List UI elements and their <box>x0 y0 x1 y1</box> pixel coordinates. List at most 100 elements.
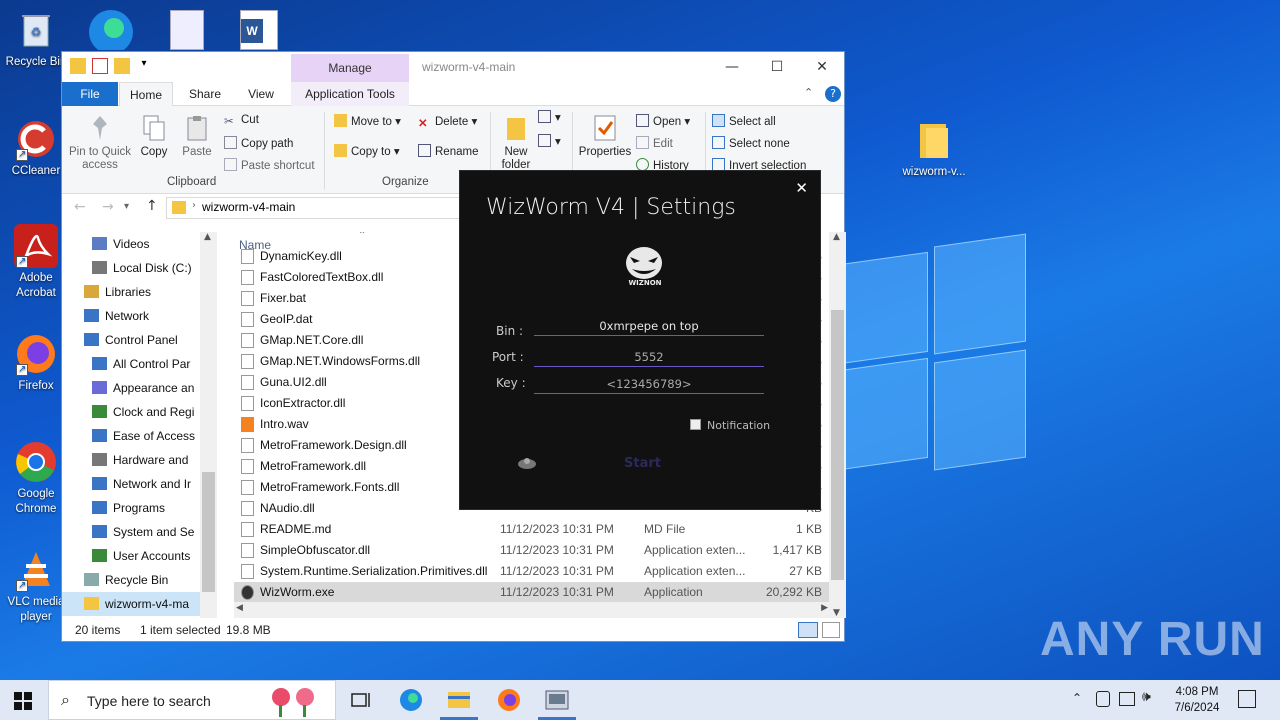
open-icon <box>636 114 649 127</box>
edge-desktop-icon[interactable] <box>88 6 134 54</box>
selected-size: 19.8 MB <box>226 623 271 637</box>
builder-icon[interactable] <box>516 455 538 471</box>
group-label-organize: Organize <box>382 176 429 188</box>
nav-item[interactable]: Network <box>62 304 200 328</box>
new-folder-button[interactable]: New folder <box>496 114 536 172</box>
show-hidden-icons-icon[interactable]: ⌃ <box>1072 691 1082 705</box>
delete-button[interactable]: ✕ Delete ▾ <box>418 114 477 130</box>
maximize-button[interactable]: ☐ <box>762 56 792 78</box>
edit-button[interactable]: Edit <box>636 136 673 150</box>
open-button[interactable]: Open ▾ <box>636 114 690 128</box>
paste-button[interactable]: Paste <box>178 114 216 159</box>
nav-item[interactable]: Control Panel <box>62 328 200 352</box>
nav-scrollbar-thumb[interactable] <box>202 472 215 592</box>
chevron-down-icon[interactable]: ▾ <box>136 58 152 74</box>
tab-manage[interactable]: Manage <box>291 54 409 82</box>
nav-item[interactable]: Libraries <box>62 280 200 304</box>
new-item-button[interactable]: ▾ <box>538 110 561 124</box>
nav-item[interactable]: All Control Par <box>62 352 200 376</box>
file-size: 20,292 KB <box>765 585 822 599</box>
image-file-desktop-icon[interactable] <box>170 10 204 50</box>
taskbar: ⌕ Type here to search ⌃ 🕪 4:08 PM 7/6/20… <box>0 680 1280 720</box>
copy-button[interactable]: Copy <box>136 114 172 159</box>
properties-icon[interactable] <box>92 58 108 74</box>
forward-icon[interactable]: → <box>102 199 114 215</box>
firefox-icon <box>14 332 58 377</box>
nav-item[interactable]: Recycle Bin <box>62 568 200 592</box>
properties-button[interactable]: Properties <box>576 114 634 159</box>
notification-checkbox[interactable]: Notification <box>690 419 770 432</box>
nav-item[interactable]: User Accounts <box>62 544 200 568</box>
file-list-scrollbar[interactable]: ▲ ▼ <box>829 232 846 618</box>
help-icon[interactable]: ? <box>825 86 841 102</box>
up-icon[interactable]: ↑ <box>146 198 158 214</box>
clipboard-icon <box>184 114 210 142</box>
tab-share[interactable]: Share <box>178 82 232 106</box>
large-icons-view-icon[interactable] <box>822 622 840 638</box>
taskbar-search-input[interactable]: ⌕ Type here to search <box>48 680 336 720</box>
edge-icon[interactable] <box>398 688 424 712</box>
close-button[interactable]: ✕ <box>807 56 837 78</box>
tab-view[interactable]: View <box>234 82 288 106</box>
volume-icon[interactable]: 🕪 <box>1142 689 1151 705</box>
file-name: Guna.UI2.dll <box>260 375 327 389</box>
tab-home[interactable]: Home <box>119 82 173 107</box>
move-to-button[interactable]: Move to ▾ <box>334 114 401 128</box>
file-row[interactable]: System.Runtime.Serialization.Primitives.… <box>234 561 830 582</box>
nav-scrollbar[interactable]: ▲ <box>200 232 217 618</box>
notifications-icon[interactable] <box>1238 690 1256 708</box>
easy-access-button[interactable]: ▾ <box>538 134 561 148</box>
start-button[interactable]: Start <box>624 456 661 471</box>
folder-icon[interactable] <box>70 58 86 74</box>
rename-button[interactable]: Rename <box>418 144 478 158</box>
paste-shortcut-button[interactable]: Paste shortcut <box>224 158 315 172</box>
nav-item[interactable]: Clock and Regi <box>62 400 200 424</box>
firefox-icon[interactable] <box>496 688 522 712</box>
nav-item[interactable]: Network and Ir <box>62 472 200 496</box>
nav-item[interactable]: Local Disk (C:) <box>62 256 200 280</box>
nav-item[interactable]: Hardware and <box>62 448 200 472</box>
horizontal-scrollbar[interactable]: ◀ ▶ <box>234 602 830 618</box>
file-row[interactable]: README.md 11/12/2023 10:31 PM MD File 1 KB <box>234 519 830 540</box>
select-none-button[interactable]: Select none <box>712 136 790 150</box>
pin-quick-access-button[interactable]: Pin to Quick access <box>68 114 132 172</box>
nav-item[interactable]: Ease of Access <box>62 424 200 448</box>
word-desktop-icon[interactable]: W <box>240 10 278 50</box>
nav-item[interactable]: Programs <box>62 496 200 520</box>
file-type: Application <box>644 585 703 599</box>
task-view-icon[interactable] <box>348 688 374 712</box>
new-folder-icon[interactable] <box>114 58 130 74</box>
port-input[interactable]: 5552 <box>534 347 764 367</box>
copy-to-button[interactable]: Copy to ▾ <box>334 144 400 158</box>
minimize-button[interactable]: — <box>717 56 747 78</box>
tab-application-tools[interactable]: Application Tools <box>291 82 409 106</box>
security-icon[interactable] <box>1096 691 1110 707</box>
file-explorer-icon[interactable] <box>446 688 472 712</box>
file-name: MetroFramework.Fonts.dll <box>260 480 400 494</box>
desktop-icon-wizworm-folder[interactable]: wizworm-v... <box>898 118 970 180</box>
folder-icon <box>912 118 956 162</box>
nav-item[interactable]: wizworm-v4-ma <box>62 592 200 616</box>
collapse-ribbon-icon[interactable]: ⌃ <box>804 86 813 99</box>
cut-button[interactable]: ✂ Cut <box>224 114 259 128</box>
nav-item[interactable]: Videos <box>62 232 200 256</box>
bin-input[interactable]: 0xmrpepe on top <box>534 316 764 336</box>
tab-file[interactable]: File <box>62 82 118 106</box>
wizworm-app-icon[interactable] <box>544 688 570 712</box>
recent-locations-icon[interactable]: ▾ <box>124 201 129 212</box>
details-view-icon[interactable] <box>798 622 818 638</box>
file-scrollbar-thumb[interactable] <box>831 310 844 580</box>
file-type: Application exten... <box>644 543 746 557</box>
nav-item[interactable]: Appearance an <box>62 376 200 400</box>
file-row[interactable]: WizWorm.exe 11/12/2023 10:31 PM Applicatio… <box>234 582 830 602</box>
windows-start-icon[interactable] <box>14 692 32 710</box>
back-icon[interactable]: ← <box>74 199 86 215</box>
taskbar-clock[interactable]: 4:08 PM 7/6/2024 <box>1162 684 1232 716</box>
file-row[interactable]: SimpleObfuscator.dll 11/12/2023 10:31 PM A… <box>234 540 830 561</box>
copy-path-button[interactable]: Copy path <box>224 136 293 150</box>
dialog-close-button[interactable]: ✕ <box>795 179 808 197</box>
network-icon[interactable] <box>1119 692 1135 706</box>
select-all-button[interactable]: Select all <box>712 114 776 128</box>
key-input[interactable]: <123456789> <box>534 374 764 394</box>
nav-item[interactable]: System and Se <box>62 520 200 544</box>
